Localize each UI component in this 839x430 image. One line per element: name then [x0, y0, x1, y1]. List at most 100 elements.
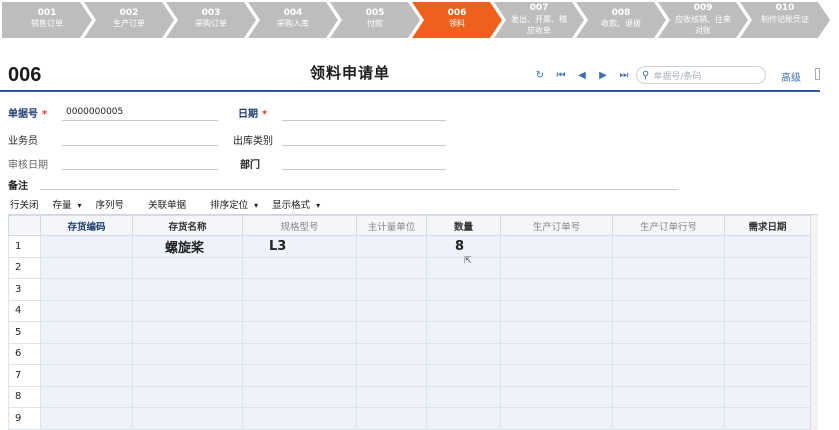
first-record-icon[interactable]: ⏮: [554, 70, 568, 81]
column-header-mo-line[interactable]: 生产订单行号: [612, 215, 725, 236]
table-cell[interactable]: [612, 364, 725, 387]
table-row[interactable]: 6: [8, 342, 811, 365]
table-cell[interactable]: [724, 235, 811, 258]
table-cell[interactable]: [724, 321, 811, 344]
table-cell[interactable]: [724, 407, 811, 430]
table-cell[interactable]: [40, 385, 133, 408]
column-header-inv-code[interactable]: 存货编码: [40, 215, 133, 236]
table-row[interactable]: 4: [8, 299, 811, 322]
refresh-icon[interactable]: ↻: [533, 70, 547, 81]
table-cell[interactable]: 8: [426, 235, 501, 258]
display-format-dropdown[interactable]: 显示格式: [272, 197, 320, 211]
table-cell[interactable]: [612, 321, 725, 344]
table-cell[interactable]: [426, 364, 501, 387]
table-cell[interactable]: [242, 385, 357, 408]
table-cell[interactable]: [500, 407, 613, 430]
table-scrollbar[interactable]: [810, 215, 818, 430]
column-header-inv-name[interactable]: 存货名称: [132, 215, 243, 236]
column-header-req-date[interactable]: 需求日期: [724, 215, 811, 236]
table-cell[interactable]: [132, 256, 243, 279]
column-header-qty[interactable]: 数量: [426, 215, 501, 236]
table-cell[interactable]: [242, 364, 357, 387]
table-cell[interactable]: [612, 407, 725, 430]
table-cell[interactable]: [356, 299, 427, 322]
table-cell[interactable]: [500, 278, 613, 301]
table-cell[interactable]: [500, 385, 613, 408]
step-001[interactable]: 001 销售订单: [2, 2, 92, 38]
table-cell[interactable]: [356, 278, 427, 301]
table-cell[interactable]: [500, 299, 613, 322]
table-cell[interactable]: [426, 342, 501, 365]
table-cell[interactable]: [724, 299, 811, 322]
table-cell[interactable]: [40, 235, 133, 258]
table-cell[interactable]: 螺旋桨: [132, 235, 243, 258]
search-input[interactable]: ⚲ 单据号/条码: [636, 66, 766, 84]
serial-number-button[interactable]: 序列号: [96, 197, 125, 211]
table-cell[interactable]: [132, 364, 243, 387]
table-cell[interactable]: [356, 407, 427, 430]
doc-number-field[interactable]: 0000000005: [66, 107, 123, 117]
linked-docs-button[interactable]: 关联单据: [148, 197, 186, 211]
table-cell[interactable]: [132, 278, 243, 301]
next-record-icon[interactable]: ▶: [596, 70, 610, 81]
table-cell[interactable]: [40, 321, 133, 344]
table-row[interactable]: 2: [8, 256, 811, 279]
table-cell[interactable]: [612, 256, 725, 279]
table-row[interactable]: 5: [8, 321, 811, 344]
table-cell[interactable]: [40, 256, 133, 279]
column-header-mo-no[interactable]: 生产订单号: [500, 215, 613, 236]
table-cell[interactable]: [612, 278, 725, 301]
prev-record-icon[interactable]: ◀: [575, 70, 589, 81]
table-row[interactable]: 7: [8, 364, 811, 387]
table-cell[interactable]: [500, 342, 613, 365]
step-004[interactable]: 004 采购入库: [248, 2, 338, 38]
column-header-unit[interactable]: 主计量单位: [356, 215, 427, 236]
step-002[interactable]: 002 生产订单: [84, 2, 174, 38]
column-header-spec[interactable]: 规格型号: [242, 215, 357, 236]
advanced-search-button[interactable]: 高级: [781, 69, 801, 84]
table-cell[interactable]: [40, 364, 133, 387]
table-cell[interactable]: [612, 235, 725, 258]
table-cell[interactable]: [426, 385, 501, 408]
table-row[interactable]: 1 螺旋桨 L3 8: [8, 235, 811, 258]
table-row[interactable]: 8: [8, 385, 811, 408]
table-cell[interactable]: [132, 407, 243, 430]
step-005[interactable]: 005 付款: [330, 2, 420, 38]
step-010[interactable]: 010 制作记账凭证: [740, 2, 830, 38]
table-cell[interactable]: [356, 385, 427, 408]
audit-date-field[interactable]: [62, 169, 218, 170]
table-cell[interactable]: [356, 256, 427, 279]
table-cell[interactable]: [426, 321, 501, 344]
stock-dropdown[interactable]: 存量: [53, 197, 82, 211]
table-cell[interactable]: [724, 278, 811, 301]
table-cell[interactable]: [356, 342, 427, 365]
table-cell[interactable]: [724, 385, 811, 408]
table-cell[interactable]: [426, 299, 501, 322]
table-cell[interactable]: [40, 342, 133, 365]
table-row[interactable]: 9: [8, 407, 811, 430]
table-cell[interactable]: [500, 364, 613, 387]
table-cell[interactable]: [500, 321, 613, 344]
table-cell[interactable]: L3: [242, 235, 357, 258]
table-cell[interactable]: [356, 364, 427, 387]
table-cell[interactable]: [500, 256, 613, 279]
table-cell[interactable]: [132, 342, 243, 365]
table-cell[interactable]: [242, 256, 357, 279]
close-row-button[interactable]: 行关闭: [10, 197, 39, 211]
table-cell[interactable]: [356, 321, 427, 344]
table-cell[interactable]: [242, 321, 357, 344]
table-cell[interactable]: [426, 278, 501, 301]
table-cell[interactable]: [724, 256, 811, 279]
table-row[interactable]: 3: [8, 278, 811, 301]
table-cell[interactable]: [724, 342, 811, 365]
table-cell[interactable]: [612, 385, 725, 408]
table-cell[interactable]: [40, 278, 133, 301]
table-cell[interactable]: [426, 407, 501, 430]
step-006[interactable]: 006 领料: [412, 2, 502, 38]
step-003[interactable]: 003 采购订单: [166, 2, 256, 38]
table-cell[interactable]: [612, 299, 725, 322]
sort-locate-dropdown[interactable]: 排序定位: [210, 197, 258, 211]
table-cell[interactable]: [40, 299, 133, 322]
table-cell[interactable]: [132, 321, 243, 344]
step-007[interactable]: 007 发出、开票、稽应收单: [494, 2, 584, 38]
